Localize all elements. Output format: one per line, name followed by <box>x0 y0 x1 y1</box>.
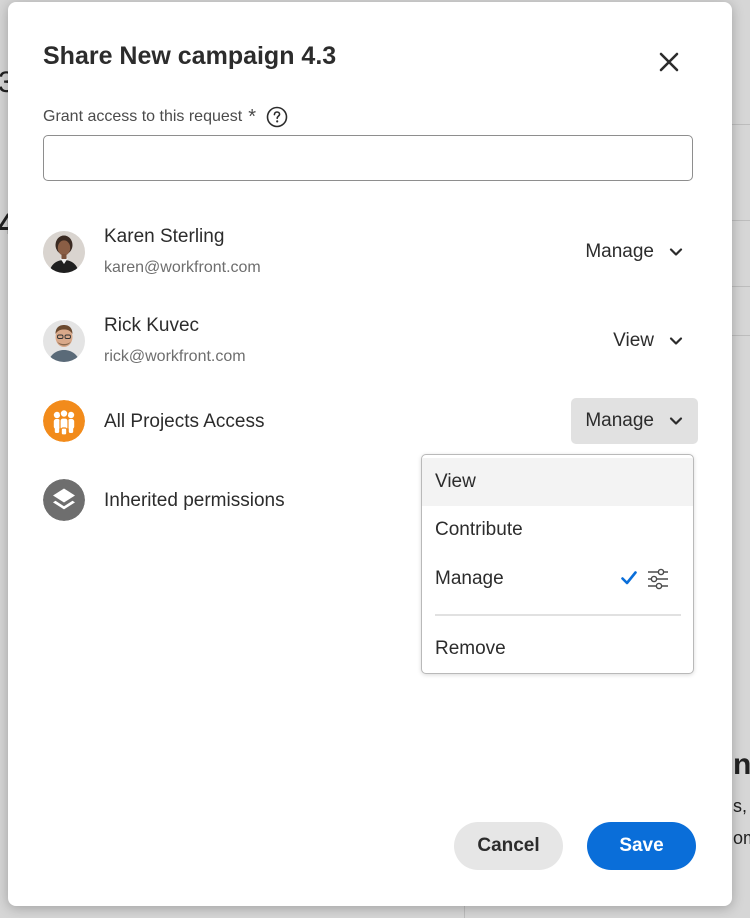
save-button[interactable]: Save <box>587 822 696 870</box>
permission-value: Manage <box>585 241 654 262</box>
permission-value: View <box>613 330 654 351</box>
background-divider <box>732 286 750 287</box>
menu-item-label: Contribute <box>435 519 523 540</box>
grant-access-input[interactable] <box>43 135 693 181</box>
menu-item-remove[interactable]: Remove <box>422 625 693 673</box>
menu-divider <box>435 614 681 616</box>
close-icon <box>659 52 679 72</box>
person-name: Karen Sterling <box>104 226 225 247</box>
help-icon[interactable] <box>266 106 288 128</box>
checkmark-icon <box>621 571 637 585</box>
menu-item-manage[interactable]: Manage <box>422 555 693 603</box>
menu-item-label: Manage <box>435 568 504 589</box>
inherited-permissions-label: Inherited permissions <box>104 490 285 511</box>
field-label-row: Grant access to this request * <box>43 106 288 128</box>
required-asterisk: * <box>248 106 256 128</box>
background-divider <box>732 335 750 336</box>
avatar <box>43 231 85 273</box>
chevron-down-icon <box>669 337 683 345</box>
permission-dropdown[interactable]: View <box>599 318 698 364</box>
background-divider <box>464 906 465 918</box>
grant-access-label: Grant access to this request <box>43 108 243 125</box>
background-text-fragment: s, <box>733 796 748 816</box>
permission-value: Manage <box>585 410 654 431</box>
group-name: All Projects Access <box>104 411 265 432</box>
group-row: All Projects Access Manage <box>43 396 698 446</box>
menu-item-label: View <box>435 471 476 492</box>
menu-item-label: Remove <box>435 638 506 659</box>
settings-sliders-icon[interactable] <box>646 567 670 591</box>
background-divider <box>732 124 750 125</box>
person-name: Rick Kuvec <box>104 315 200 336</box>
background-text-fragment: om <box>733 828 750 848</box>
permission-menu: View Contribute Manage Remove <box>421 454 694 674</box>
background-heading-fragment: nı <box>733 748 750 781</box>
share-dialog: Share New campaign 4.3 Grant access to t… <box>8 2 732 906</box>
menu-item-view[interactable]: View <box>422 458 693 506</box>
menu-item-contribute[interactable]: Contribute <box>422 506 693 554</box>
dialog-title: Share New campaign 4.3 <box>43 42 337 70</box>
permission-dropdown[interactable]: Manage <box>571 229 698 275</box>
cancel-button[interactable]: Cancel <box>454 822 563 870</box>
person-email: rick@workfront.com <box>104 348 246 365</box>
background-divider <box>732 220 750 221</box>
chevron-down-icon <box>669 248 683 256</box>
avatar <box>43 320 85 362</box>
close-button[interactable] <box>653 46 685 78</box>
group-icon <box>43 400 85 442</box>
chevron-down-icon <box>669 417 683 425</box>
person-row: Rick Kuvec rick@workfront.com View <box>43 315 698 366</box>
layers-icon <box>43 479 85 521</box>
person-email: karen@workfront.com <box>104 259 261 276</box>
person-row: Karen Sterling karen@workfront.com Manag… <box>43 226 698 277</box>
permission-dropdown[interactable]: Manage <box>571 398 698 444</box>
